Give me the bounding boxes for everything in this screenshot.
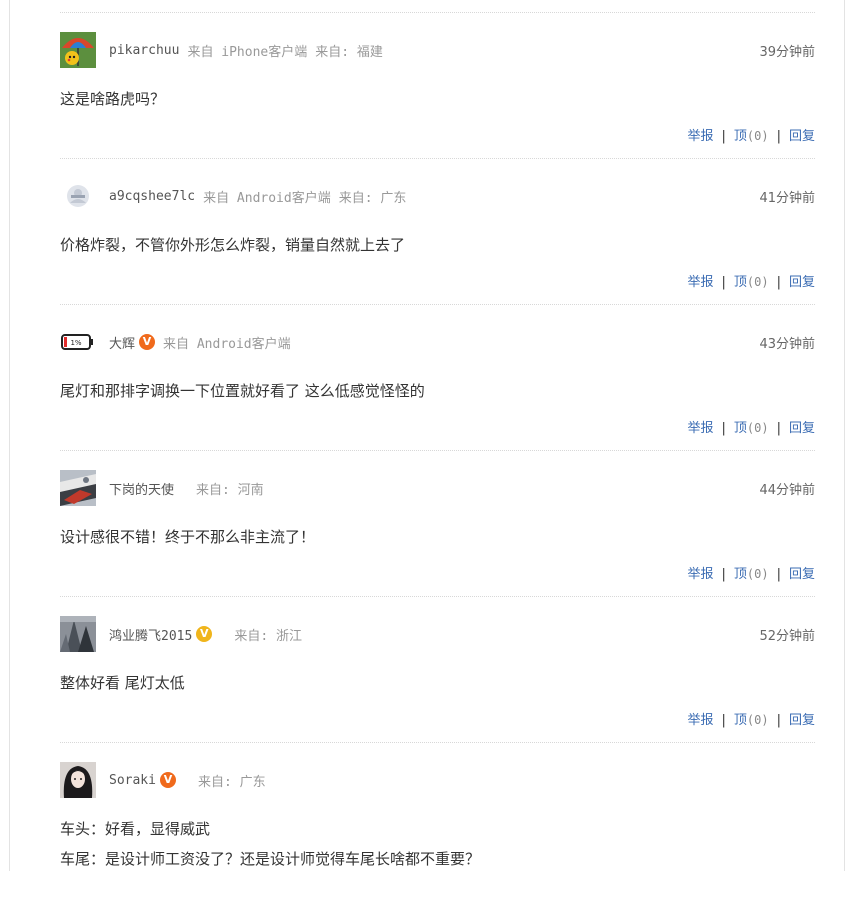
comment-header: a9cqshee7lc 来自 Android客户端 来自: 广东 41分钟前 <box>60 178 815 214</box>
comment-item: Soraki V 来自: 广东 车头：好看，显得威武 车尾：是设计师工资没了？还… <box>60 742 815 903</box>
user-location: 来自: 广东 <box>197 774 266 790</box>
separator: | <box>721 713 726 728</box>
comment-header: pikarchuu 来自 iPhone客户端 来自: 福建 39分钟前 <box>60 32 815 68</box>
comment-actions: 举报 | 顶(0) | 回复 <box>687 563 815 582</box>
comment-actions: 举报 | 顶(0) | 回复 <box>687 271 815 290</box>
comment-time: 41分钟前 <box>759 190 815 206</box>
user-avatar[interactable]: 1% <box>60 324 96 360</box>
comment-actions: 举报 | 顶(0) | 回复 <box>687 417 815 436</box>
separator: | <box>776 713 781 728</box>
report-link[interactable]: 举报 <box>687 713 713 728</box>
comment-header: 鸿业腾飞2015 V 来自: 浙江 52分钟前 <box>60 616 815 652</box>
comment-text: 车头：好看，显得威武 车尾：是设计师工资没了？还是设计师觉得车尾长啥都不重要？ <box>60 814 480 874</box>
separator: | <box>721 275 726 290</box>
comment-text: 尾灯和那排字调换一下位置就好看了 这么低感觉怪怪的 <box>60 376 425 406</box>
user-location: 来自: 福建 <box>315 44 383 60</box>
comment-line: 价格炸裂，不管你外形怎么炸裂，销量自然就上去了 <box>60 236 406 254</box>
comment-line: 尾灯和那排字调换一下位置就好看了 这么低感觉怪怪的 <box>60 382 425 400</box>
comment-text: 设计感很不错！终于不那么非主流了！ <box>60 522 315 552</box>
up-vote-link[interactable]: 顶(0) <box>734 713 769 728</box>
reply-link[interactable]: 回复 <box>789 275 815 290</box>
user-avatar[interactable] <box>60 32 96 68</box>
up-vote-count: (0) <box>746 421 769 435</box>
comment-header: 下岗的天使 来自: 河南 44分钟前 <box>60 470 815 506</box>
username[interactable]: 鸿业腾飞2015 <box>109 625 192 644</box>
comment-text: 这是啥路虎吗？ <box>60 84 165 114</box>
username[interactable]: 大辉 <box>109 333 135 352</box>
up-vote-link[interactable]: 顶(0) <box>734 421 769 436</box>
report-link[interactable]: 举报 <box>687 421 713 436</box>
comment-item: 下岗的天使 来自: 河南 44分钟前 设计感很不错！终于不那么非主流了！ 举报 |… <box>60 450 815 596</box>
separator: | <box>776 567 781 582</box>
reply-link[interactable]: 回复 <box>789 567 815 582</box>
user-location: 来自: 河南 <box>196 482 264 498</box>
comment-actions: 举报 | 顶(0) | 回复 <box>687 709 815 728</box>
comment-line: 整体好看 尾灯太低 <box>60 674 185 692</box>
comment-panel: pikarchuu 来自 iPhone客户端 来自: 福建 39分钟前 这是啥路… <box>9 0 845 871</box>
separator: | <box>721 567 726 582</box>
separator: | <box>776 421 781 436</box>
comment-actions: 举报 | 顶(0) | 回复 <box>687 125 815 144</box>
comment-item: 1% 大辉 V 来自 Android客户端 43分钟前 尾灯和那排字调换一下位置… <box>60 304 815 450</box>
comment-text: 价格炸裂，不管你外形怎么炸裂，销量自然就上去了 <box>60 230 405 260</box>
up-vote-count: (0) <box>746 713 769 727</box>
reply-link[interactable]: 回复 <box>789 421 815 436</box>
user-avatar[interactable] <box>60 762 96 798</box>
comment-time: 44分钟前 <box>759 482 815 498</box>
username[interactable]: a9cqshee7lc <box>109 189 195 204</box>
client-source: 来自 Android客户端 <box>163 336 291 352</box>
comment-time: 39分钟前 <box>759 44 815 60</box>
separator: | <box>776 275 781 290</box>
comment-line: 设计感很不错！终于不那么非主流了！ <box>60 528 316 546</box>
user-location: 来自: 广东 <box>338 190 407 206</box>
up-vote-label: 顶 <box>733 567 747 582</box>
separator: | <box>776 129 781 144</box>
up-vote-label: 顶 <box>733 129 747 144</box>
separator: | <box>721 129 726 144</box>
comment-list: pikarchuu 来自 iPhone客户端 来自: 福建 39分钟前 这是啥路… <box>60 12 815 903</box>
client-source: 来自 iPhone客户端 <box>187 44 308 60</box>
up-vote-count: (0) <box>746 567 769 581</box>
battery-level-text: 1% <box>70 339 81 347</box>
reply-link[interactable]: 回复 <box>789 129 815 144</box>
up-vote-link[interactable]: 顶(0) <box>734 129 769 144</box>
report-link[interactable]: 举报 <box>687 275 713 290</box>
user-location: 来自: 浙江 <box>234 628 302 644</box>
up-vote-label: 顶 <box>733 275 747 290</box>
comment-line: 车头：好看，显得威武 <box>60 820 211 838</box>
comment-text: 整体好看 尾灯太低 <box>60 668 185 698</box>
up-vote-count: (0) <box>746 129 769 143</box>
username[interactable]: pikarchuu <box>109 43 179 58</box>
report-link[interactable]: 举报 <box>687 567 713 582</box>
comment-header: Soraki V 来自: 广东 <box>60 762 815 798</box>
user-avatar[interactable] <box>60 470 96 506</box>
username[interactable]: Soraki <box>109 773 156 788</box>
comment-line: 车尾：是设计师工资没了？还是设计师觉得车尾长啥都不重要？ <box>60 850 481 868</box>
comment-time: 43分钟前 <box>759 336 815 352</box>
up-vote-link[interactable]: 顶(0) <box>734 275 769 290</box>
user-avatar[interactable] <box>60 616 96 652</box>
user-avatar[interactable] <box>60 178 96 214</box>
client-source: 来自 Android客户端 <box>203 190 331 206</box>
verified-badge-icon: V <box>196 626 213 642</box>
up-vote-label: 顶 <box>733 421 747 436</box>
username[interactable]: 下岗的天使 <box>109 479 174 498</box>
separator: | <box>721 421 726 436</box>
up-vote-link[interactable]: 顶(0) <box>734 567 769 582</box>
comment-item: a9cqshee7lc 来自 Android客户端 来自: 广东 41分钟前 价… <box>60 158 815 304</box>
reply-link[interactable]: 回复 <box>789 713 815 728</box>
comment-header: 1% 大辉 V 来自 Android客户端 43分钟前 <box>60 324 815 360</box>
up-vote-count: (0) <box>746 275 769 289</box>
verified-badge-icon: V <box>159 772 176 788</box>
comment-item: 鸿业腾飞2015 V 来自: 浙江 52分钟前 整体好看 尾灯太低 举报 | 顶(0… <box>60 596 815 742</box>
comment-time: 52分钟前 <box>759 628 815 644</box>
verified-badge-icon: V <box>139 334 156 350</box>
report-link[interactable]: 举报 <box>687 129 713 144</box>
comment-line: 这是啥路虎吗？ <box>60 90 166 108</box>
up-vote-label: 顶 <box>733 713 747 728</box>
comment-item: pikarchuu 来自 iPhone客户端 来自: 福建 39分钟前 这是啥路… <box>60 12 815 158</box>
